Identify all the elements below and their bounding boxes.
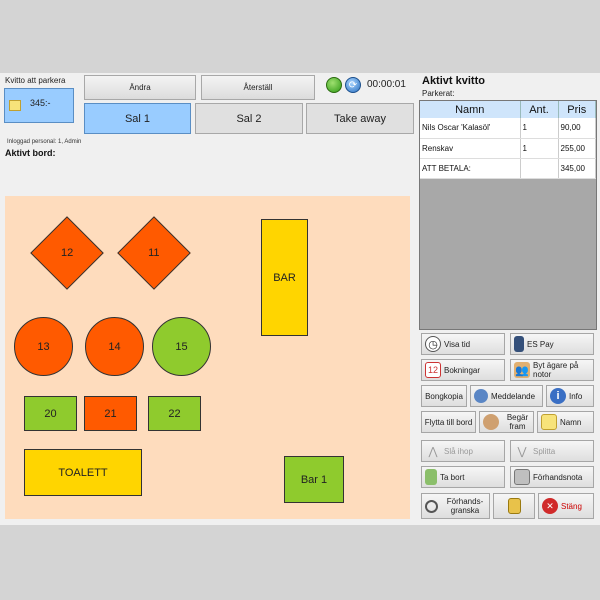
info-icon: i (550, 388, 566, 404)
parked-receipt[interactable]: 345:- (4, 88, 74, 123)
toilet-area[interactable]: TOALETT (24, 449, 142, 496)
floor-plan: 12 11 BAR 13 14 15 20 21 22 TOALETT Bar … (5, 196, 410, 519)
item-price: 90,00 (558, 118, 596, 139)
name-button[interactable]: Namn (537, 411, 594, 433)
bong-copy-button[interactable]: Bongkopia (421, 385, 467, 407)
item-qty: 1 (520, 118, 559, 139)
table-11[interactable]: 11 (117, 216, 191, 290)
hand-note-button[interactable]: Förhandsnota (510, 466, 594, 488)
printer-icon (514, 469, 530, 485)
column-header: Namn (420, 101, 521, 118)
note-icon (9, 100, 21, 111)
split-icon: ⋁ (517, 445, 527, 458)
magnifier-icon (425, 499, 438, 513)
table-14[interactable]: 14 (85, 317, 144, 376)
parking-title: Kvitto att parkera (5, 76, 66, 85)
es-pay-button[interactable]: ES Pay (510, 333, 594, 355)
receipt-header-row: Namn Ant. Pris (420, 101, 596, 118)
total-price: 345,00 (558, 158, 596, 179)
remove-button[interactable]: Ta bort (421, 466, 505, 488)
item-name: Renskav (420, 138, 521, 159)
split-button[interactable]: ⋁ Splitta (510, 440, 594, 462)
logged-in-label: Inloggad personal: 1, Admin (7, 139, 82, 145)
close-icon: ✕ (542, 498, 558, 514)
message-button[interactable]: Meddelande (470, 385, 543, 407)
status-green-icon[interactable] (326, 77, 342, 93)
table-21[interactable]: 21 (84, 396, 137, 431)
table-12[interactable]: 12 (30, 216, 104, 290)
receipt-title: Aktivt kvitto (422, 75, 485, 87)
column-header: Pris (558, 101, 596, 118)
waiter-icon (483, 414, 499, 430)
trash-icon (425, 469, 437, 485)
tab-sal-1[interactable]: Sal 1 (84, 103, 191, 134)
refresh-icon[interactable]: ⟳ (345, 77, 361, 93)
change-button[interactable]: Ändra (84, 75, 196, 100)
receipt-grid[interactable]: Namn Ant. Pris Nils Oscar 'Kalasöl' 1 90… (419, 100, 597, 330)
parked-label: Parkerat: (422, 89, 455, 98)
tab-take-away[interactable]: Take away (306, 103, 414, 134)
merge-button[interactable]: ⋀ Slå ihop (421, 440, 505, 462)
item-price: 255,00 (558, 138, 596, 159)
move-table-button[interactable]: Flytta till bord (421, 411, 476, 433)
table-15[interactable]: 15 (152, 317, 211, 376)
column-header: Ant. (520, 101, 559, 118)
bookings-button[interactable]: 12 Bokningar (421, 359, 505, 381)
receipt-row[interactable]: Nils Oscar 'Kalasöl' 1 90,00 (420, 118, 596, 139)
lock-icon (507, 498, 521, 514)
note-icon (541, 414, 557, 430)
show-time-button[interactable]: ◷ Visa tid (421, 333, 505, 355)
receipt-total-row: ATT BETALA: 345,00 (420, 158, 596, 179)
table-bar-1[interactable]: Bar 1 (284, 456, 344, 503)
table-13[interactable]: 13 (14, 317, 73, 376)
total-label: ATT BETALA: (420, 158, 521, 179)
total-qty (520, 158, 559, 179)
card-terminal-icon (514, 336, 524, 352)
users-icon: 👥 (514, 362, 530, 378)
request-button[interactable]: Begär fram (479, 411, 534, 433)
pos-window: Kvitto att parkera 345:- Ändra Återställ… (0, 73, 600, 525)
active-table-label: Aktivt bord: (5, 148, 56, 158)
table-22[interactable]: 22 (148, 396, 201, 431)
merge-icon: ⋀ (428, 445, 438, 458)
table-bar[interactable]: BAR (261, 219, 308, 336)
tab-sal-2[interactable]: Sal 2 (195, 103, 303, 134)
preview-button[interactable]: Förhands-granska (421, 493, 490, 519)
timer: 00:00:01 (367, 79, 406, 90)
info-button[interactable]: i Info (546, 385, 594, 407)
lock-button[interactable] (493, 493, 535, 519)
receipt-row[interactable]: Renskav 1 255,00 (420, 138, 596, 159)
item-qty: 1 (520, 138, 559, 159)
change-owner-button[interactable]: 👥 Byt ägare på notor (510, 359, 594, 381)
parked-amount: 345:- (30, 98, 51, 108)
message-icon (474, 389, 488, 403)
clock-icon: ◷ (425, 336, 441, 352)
table-20[interactable]: 20 (24, 396, 77, 431)
close-button[interactable]: ✕ Stäng (538, 493, 594, 519)
item-name: Nils Oscar 'Kalasöl' (420, 118, 521, 139)
reset-button[interactable]: Återställ (201, 75, 315, 100)
calendar-icon: 12 (425, 362, 441, 378)
